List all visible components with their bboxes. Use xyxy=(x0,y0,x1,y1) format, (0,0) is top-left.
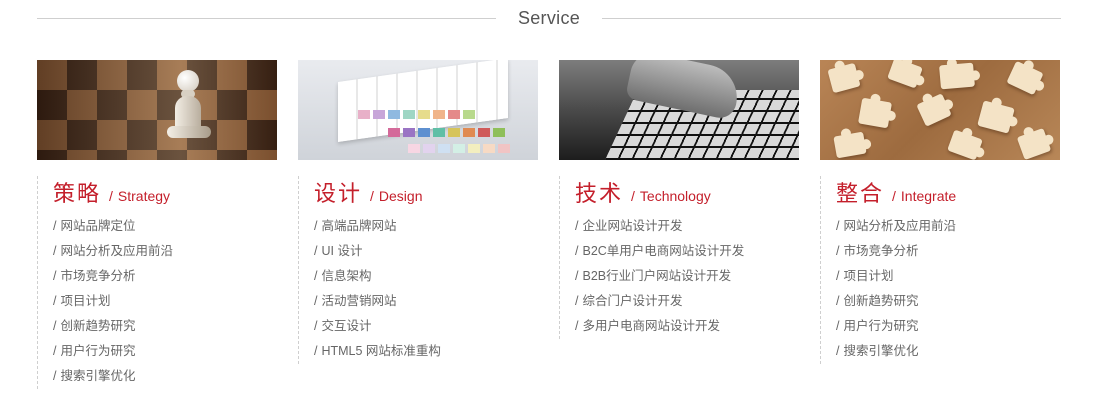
puzzle-piece xyxy=(916,93,952,127)
list-item[interactable]: / 用户行为研究 xyxy=(53,339,277,364)
heading-en: Integrate xyxy=(900,188,957,204)
service-column-integrate: 整合 / Integrate / 网站分析及应用前沿 / 市场竞争分析 / 项目计划 … xyxy=(820,60,1060,364)
pawn-body xyxy=(175,96,201,130)
heading-cn: 设计 xyxy=(314,182,363,207)
puzzle-piece xyxy=(833,131,867,159)
list-item[interactable]: / 交互设计 xyxy=(314,314,538,339)
heading-cn: 策略 xyxy=(53,182,102,207)
puzzle-piece xyxy=(977,100,1015,134)
color-swatches-image[interactable] xyxy=(298,60,538,160)
heading-separator: / xyxy=(109,188,113,204)
chess-pawn-image[interactable] xyxy=(37,60,277,160)
header-divider-right xyxy=(602,17,1061,19)
heading-separator: / xyxy=(370,188,374,204)
list-item[interactable]: / B2C单用户电商网站设计开发 xyxy=(575,239,799,264)
swatch-row xyxy=(358,110,475,119)
list-item[interactable]: / 搜索引擎优化 xyxy=(836,339,1060,364)
list-item[interactable]: / 市场竞争分析 xyxy=(53,264,277,289)
heading-en: Strategy xyxy=(117,188,171,204)
list-item[interactable]: / 高端品牌网站 xyxy=(314,214,538,239)
puzzle-piece xyxy=(939,62,975,90)
column-heading[interactable]: 技术 / Technology xyxy=(575,176,799,208)
service-list: / 企业网站设计开发 / B2C单用户电商网站设计开发 / B2B行业门户网站设计开发… xyxy=(575,214,799,339)
heading-separator: / xyxy=(892,188,896,204)
section-title: Service xyxy=(517,7,581,28)
puzzle-piece xyxy=(827,62,861,94)
list-item[interactable]: / 网站分析及应用前沿 xyxy=(836,214,1060,239)
heading-cn: 技术 xyxy=(575,182,624,207)
heading-en: Design xyxy=(378,188,423,204)
list-item[interactable]: / 综合门户设计开发 xyxy=(575,289,799,314)
column-body: 技术 / Technology / 企业网站设计开发 / B2C单用户电商网站设计开… xyxy=(559,176,799,339)
puzzle-piece xyxy=(1006,60,1044,96)
service-columns: 策略 / Strategy / 网站品牌定位 / 网站分析及应用前沿 / 市场竞争分析… xyxy=(37,60,1061,400)
column-body: 设计 / Design / 高端品牌网站 / UI 设计 / 信息架构 / 活动营销网站… xyxy=(298,176,538,364)
swatch-row xyxy=(408,144,510,153)
list-item[interactable]: / 多用户电商网站设计开发 xyxy=(575,314,799,339)
puzzle-pieces-image[interactable] xyxy=(820,60,1060,160)
puzzle-piece xyxy=(887,60,923,89)
pawn-base xyxy=(167,126,211,138)
header-divider-left xyxy=(37,17,496,19)
column-body: 整合 / Integrate / 网站分析及应用前沿 / 市场竞争分析 / 项目计划 … xyxy=(820,176,1060,364)
list-item[interactable]: / 网站分析及应用前沿 xyxy=(53,239,277,264)
list-item[interactable]: / B2B行业门户网站设计开发 xyxy=(575,264,799,289)
heading-separator: / xyxy=(631,188,635,204)
list-item[interactable]: / 创新趋势研究 xyxy=(836,289,1060,314)
service-column-technology: 技术 / Technology / 企业网站设计开发 / B2C单用户电商网站设计开… xyxy=(559,60,799,339)
heading-cn: 整合 xyxy=(836,182,885,207)
list-item[interactable]: / 搜索引擎优化 xyxy=(53,364,277,389)
puzzle-piece xyxy=(1016,127,1052,160)
service-column-design: 设计 / Design / 高端品牌网站 / UI 设计 / 信息架构 / 活动营销网站… xyxy=(298,60,538,364)
service-list: / 网站分析及应用前沿 / 市场竞争分析 / 项目计划 / 创新趋势研究 / 用户行为研究… xyxy=(836,214,1060,364)
list-item[interactable]: / 用户行为研究 xyxy=(836,314,1060,339)
puzzle-piece xyxy=(857,97,893,129)
list-item[interactable]: / 项目计划 xyxy=(53,289,277,314)
list-item[interactable]: / 信息架构 xyxy=(314,264,538,289)
list-item[interactable]: / 网站品牌定位 xyxy=(53,214,277,239)
column-body: 策略 / Strategy / 网站品牌定位 / 网站分析及应用前沿 / 市场竞争分析… xyxy=(37,176,277,389)
list-item[interactable]: / 项目计划 xyxy=(836,264,1060,289)
column-heading[interactable]: 策略 / Strategy xyxy=(53,176,277,208)
list-item[interactable]: / 活动营销网站 xyxy=(314,289,538,314)
pawn-head xyxy=(177,70,199,92)
service-column-strategy: 策略 / Strategy / 网站品牌定位 / 网站分析及应用前沿 / 市场竞争分析… xyxy=(37,60,277,389)
keyboard-typing-image[interactable] xyxy=(559,60,799,160)
list-item[interactable]: / 市场竞争分析 xyxy=(836,239,1060,264)
service-header: Service xyxy=(37,0,1061,36)
service-list: / 网站品牌定位 / 网站分析及应用前沿 / 市场竞争分析 / 项目计划 / 创新趋势研究… xyxy=(53,214,277,389)
list-item[interactable]: / HTML5 网站标准重构 xyxy=(314,339,538,364)
column-heading[interactable]: 设计 / Design xyxy=(314,176,538,208)
heading-en: Technology xyxy=(639,188,711,204)
service-list: / 高端品牌网站 / UI 设计 / 信息架构 / 活动营销网站 / 交互设计 / HTML… xyxy=(314,214,538,364)
list-item[interactable]: / 企业网站设计开发 xyxy=(575,214,799,239)
puzzle-piece xyxy=(947,129,983,160)
column-heading[interactable]: 整合 / Integrate xyxy=(836,176,1060,208)
list-item[interactable]: / 创新趋势研究 xyxy=(53,314,277,339)
swatch-row xyxy=(388,128,505,137)
list-item[interactable]: / UI 设计 xyxy=(314,239,538,264)
